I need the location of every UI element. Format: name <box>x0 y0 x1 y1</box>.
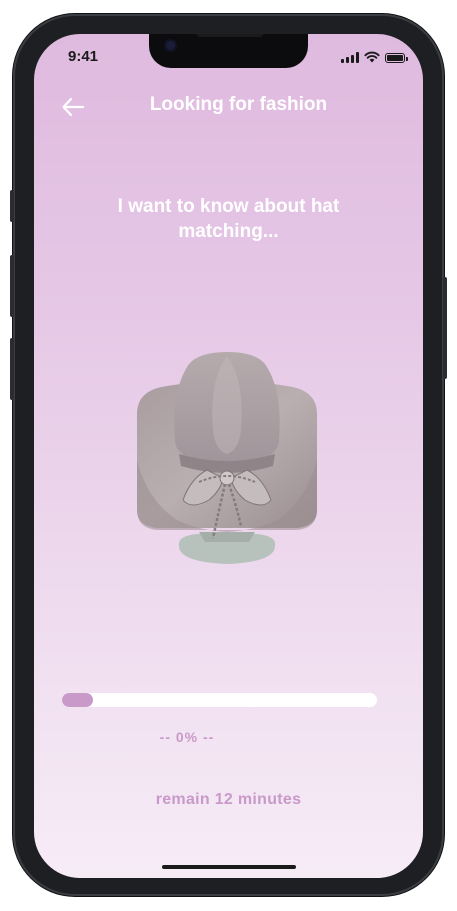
remaining-time-text: remain 12 minutes <box>155 791 302 808</box>
volume-down-button <box>10 338 14 400</box>
speaker <box>197 34 263 37</box>
cellular-signal-icon <box>341 52 359 63</box>
camera <box>166 41 175 50</box>
page-title: Looking for fashion <box>149 94 328 115</box>
power-button <box>443 277 447 379</box>
mute-switch <box>10 190 14 222</box>
progress-label: -- 0% -- <box>159 729 215 745</box>
status-icons <box>341 51 408 63</box>
nav-bar: Looking for fashion <box>34 92 423 122</box>
battery-icon <box>385 53 408 63</box>
progress-fill <box>62 693 93 707</box>
notch <box>149 34 308 68</box>
wifi-icon <box>364 51 380 63</box>
question-text: I want to know about hat matching... <box>117 196 340 242</box>
volume-up-button <box>10 255 14 317</box>
status-time: 9:41 <box>68 48 99 65</box>
home-indicator[interactable] <box>162 865 296 869</box>
app-screen: 9:41 Looking for fashion I want to know … <box>34 34 423 878</box>
progress-bar <box>62 693 377 707</box>
hat-image <box>137 352 317 564</box>
